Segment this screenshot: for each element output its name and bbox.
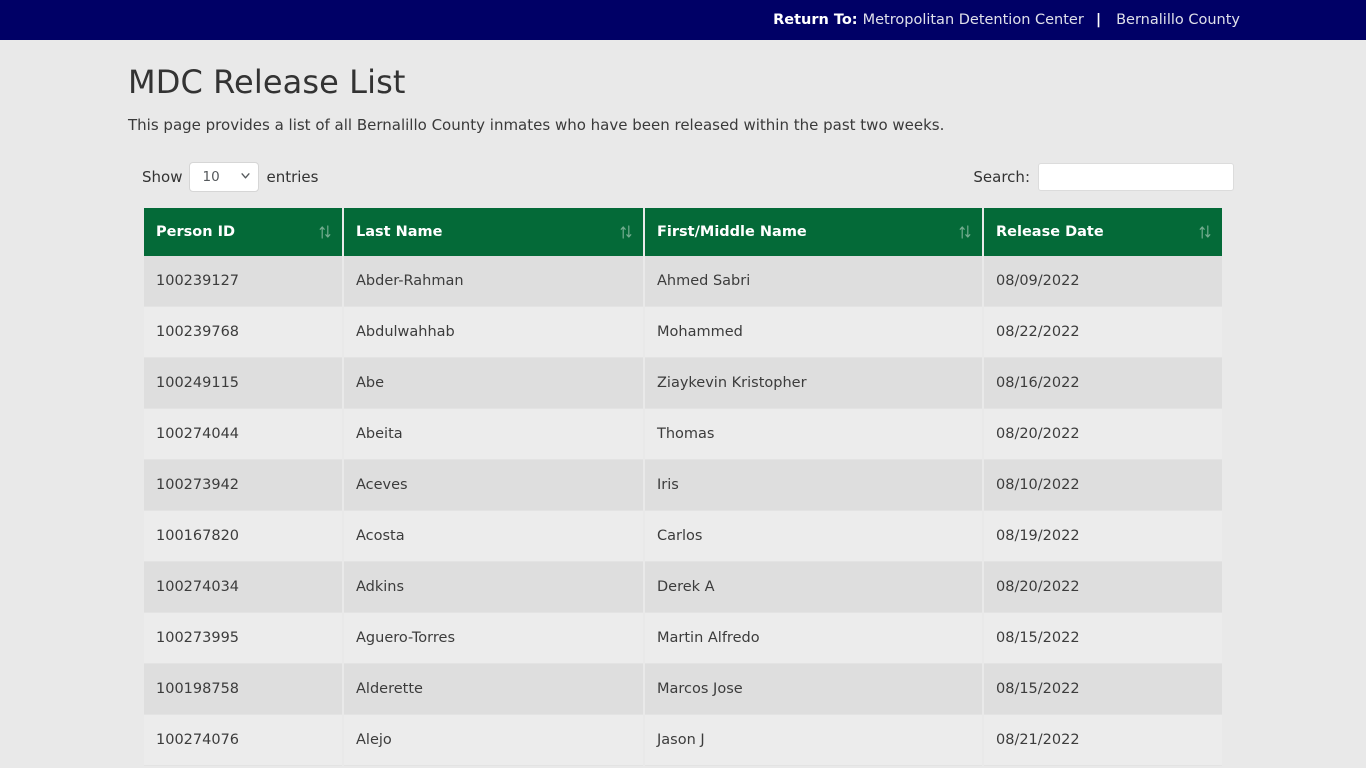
page-length-control: Show 10 entries: [142, 162, 318, 192]
cell-release-date: 08/15/2022: [984, 613, 1222, 664]
table-header: Person ID Last Name First/Middle Name Re…: [144, 208, 1222, 256]
table-body: 100239127 Abder-Rahman Ahmed Sabri 08/09/20…: [144, 256, 1222, 766]
table-row[interactable]: 100274044 Abeita Thomas 08/20/2022: [144, 409, 1222, 460]
search-label: Search:: [973, 168, 1030, 186]
cell-release-date: 08/10/2022: [984, 460, 1222, 511]
cell-last-name: Alejo: [344, 715, 643, 766]
column-header-label: Person ID: [156, 224, 236, 240]
table-row[interactable]: 100274076 Alejo Jason J 08/21/2022: [144, 715, 1222, 766]
table-row[interactable]: 100274034 Adkins Derek A 08/20/2022: [144, 562, 1222, 613]
sort-updown-icon: [620, 225, 632, 239]
page-length-select[interactable]: 10: [189, 162, 260, 192]
cell-person-id: 100274034: [144, 562, 342, 613]
topbar-separator: |: [1095, 12, 1102, 28]
sort-updown-icon: [959, 225, 971, 239]
cell-first-middle-name: Marcos Jose: [645, 664, 982, 715]
table-row[interactable]: 100167820 Acosta Carlos 08/19/2022: [144, 511, 1222, 562]
link-metropolitan-detention-center[interactable]: Metropolitan Detention Center: [863, 12, 1084, 28]
cell-first-middle-name: Ziaykevin Kristopher: [645, 358, 982, 409]
cell-first-middle-name: Martin Alfredo: [645, 613, 982, 664]
cell-person-id: 100239127: [144, 256, 342, 307]
cell-first-middle-name: Carlos: [645, 511, 982, 562]
cell-first-middle-name: Ahmed Sabri: [645, 256, 982, 307]
sort-updown-icon: [1199, 225, 1211, 239]
column-header-first-middle-name[interactable]: First/Middle Name: [645, 208, 982, 256]
table-row[interactable]: 100239768 Abdulwahhab Mohammed 08/22/2022: [144, 307, 1222, 358]
return-to-label: Return To:: [773, 12, 858, 28]
cell-first-middle-name: Mohammed: [645, 307, 982, 358]
table-row[interactable]: 100239127 Abder-Rahman Ahmed Sabri 08/09/20…: [144, 256, 1222, 307]
cell-release-date: 08/16/2022: [984, 358, 1222, 409]
cell-first-middle-name: Derek A: [645, 562, 982, 613]
cell-last-name: Abder-Rahman: [344, 256, 643, 307]
cell-last-name: Aguero-Torres: [344, 613, 643, 664]
page-length-select-wrapper: 10: [189, 162, 260, 192]
column-header-label: First/Middle Name: [657, 224, 807, 240]
page-title: MDC Release List: [128, 63, 406, 101]
cell-person-id: 100274044: [144, 409, 342, 460]
column-header-label: Last Name: [356, 224, 443, 240]
cell-release-date: 08/22/2022: [984, 307, 1222, 358]
table-row[interactable]: 100249115 Abe Ziaykevin Kristopher 08/16/20…: [144, 358, 1222, 409]
cell-person-id: 100167820: [144, 511, 342, 562]
datatable-container: Show 10 entries Search: Person ID Last N…: [142, 162, 1234, 766]
table-row[interactable]: 100273942 Aceves Iris 08/10/2022: [144, 460, 1222, 511]
column-header-release-date[interactable]: Release Date: [984, 208, 1222, 256]
cell-release-date: 08/20/2022: [984, 409, 1222, 460]
cell-last-name: Abe: [344, 358, 643, 409]
search-control: Search:: [973, 163, 1234, 191]
cell-last-name: Abeita: [344, 409, 643, 460]
cell-first-middle-name: Iris: [645, 460, 982, 511]
cell-release-date: 08/09/2022: [984, 256, 1222, 307]
cell-last-name: Acosta: [344, 511, 643, 562]
top-navigation-bar: Return To: Metropolitan Detention Center…: [0, 0, 1366, 40]
page-body: MDC Release List This page provides a li…: [0, 62, 1366, 766]
cell-first-middle-name: Thomas: [645, 409, 982, 460]
sort-updown-icon: [319, 225, 331, 239]
release-list-table: Person ID Last Name First/Middle Name Re…: [142, 208, 1224, 766]
table-row[interactable]: 100198758 Alderette Marcos Jose 08/15/2022: [144, 664, 1222, 715]
cell-last-name: Abdulwahhab: [344, 307, 643, 358]
cell-last-name: Aceves: [344, 460, 643, 511]
datatable-controls: Show 10 entries Search:: [142, 162, 1234, 192]
cell-release-date: 08/19/2022: [984, 511, 1222, 562]
cell-person-id: 100273995: [144, 613, 342, 664]
search-input[interactable]: [1038, 163, 1234, 191]
cell-first-middle-name: Jason J: [645, 715, 982, 766]
column-header-label: Release Date: [996, 224, 1104, 240]
cell-last-name: Alderette: [344, 664, 643, 715]
table-header-row: Person ID Last Name First/Middle Name Re…: [144, 208, 1222, 256]
table-row[interactable]: 100273995 Aguero-Torres Martin Alfredo 08/1…: [144, 613, 1222, 664]
show-label: Show: [142, 168, 183, 186]
cell-last-name: Adkins: [344, 562, 643, 613]
cell-person-id: 100239768: [144, 307, 342, 358]
cell-person-id: 100273942: [144, 460, 342, 511]
cell-release-date: 08/20/2022: [984, 562, 1222, 613]
cell-person-id: 100249115: [144, 358, 342, 409]
link-bernalillo-county[interactable]: Bernalillo County: [1116, 12, 1240, 28]
column-header-last-name[interactable]: Last Name: [344, 208, 643, 256]
cell-release-date: 08/15/2022: [984, 664, 1222, 715]
cell-person-id: 100274076: [144, 715, 342, 766]
cell-person-id: 100198758: [144, 664, 342, 715]
page-description: This page provides a list of all Bernali…: [128, 116, 945, 134]
entries-label: entries: [266, 168, 319, 186]
cell-release-date: 08/21/2022: [984, 715, 1222, 766]
column-header-person-id[interactable]: Person ID: [144, 208, 342, 256]
